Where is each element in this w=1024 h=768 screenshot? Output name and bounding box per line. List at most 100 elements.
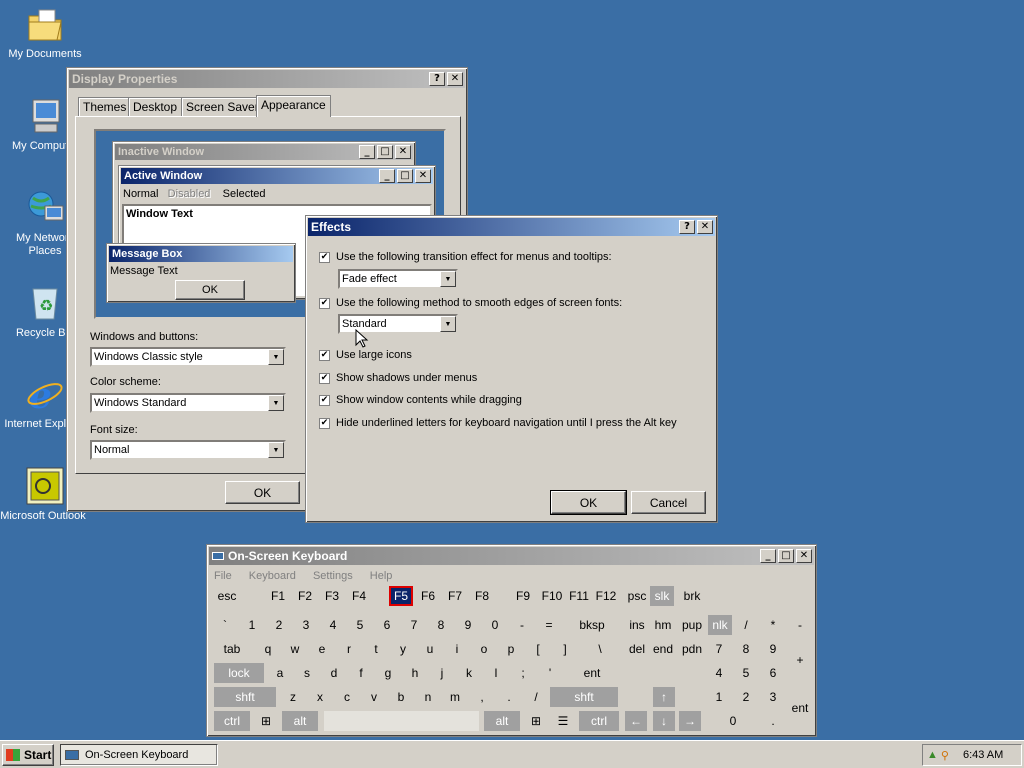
effects-dialog[interactable]: Effects ? ✕ ✔ Use the following transitio…: [305, 215, 718, 523]
key[interactable]: ctrl: [579, 711, 619, 731]
key[interactable]: y: [392, 639, 414, 659]
key[interactable]: r: [338, 639, 360, 659]
checkbox-hide-underlines[interactable]: ✔ Hide underlined letters for keyboard na…: [319, 417, 677, 429]
key[interactable]: *: [762, 615, 784, 635]
key[interactable]: \: [581, 639, 619, 659]
key[interactable]: v: [363, 687, 385, 707]
key[interactable]: .: [762, 711, 784, 731]
key[interactable]: m: [444, 687, 466, 707]
minimize-button[interactable]: _: [760, 549, 776, 563]
key[interactable]: shft: [550, 687, 618, 707]
key[interactable]: .: [498, 687, 520, 707]
menu-settings[interactable]: Settings: [313, 570, 353, 582]
key[interactable]: q: [257, 639, 279, 659]
key[interactable]: bksp: [565, 615, 619, 635]
key[interactable]: 5: [349, 615, 371, 635]
checkbox[interactable]: ✔: [319, 372, 330, 384]
menu-keyboard[interactable]: Keyboard: [249, 570, 296, 582]
cancel-button[interactable]: Cancel: [631, 491, 706, 514]
checkbox[interactable]: ✔: [319, 394, 330, 406]
key[interactable]: -: [789, 615, 811, 635]
key[interactable]: 6: [376, 615, 398, 635]
key[interactable]: h: [404, 663, 426, 683]
key[interactable]: 2: [268, 615, 290, 635]
key[interactable]: d: [323, 663, 345, 683]
checkbox[interactable]: ✔: [319, 417, 330, 429]
key[interactable]: pup: [679, 615, 705, 635]
key[interactable]: F8: [471, 586, 493, 606]
checkbox-large-icons[interactable]: ✔ Use large icons: [319, 349, 412, 361]
key[interactable]: ☰: [552, 711, 574, 731]
key[interactable]: k: [458, 663, 480, 683]
key[interactable]: del: [623, 639, 651, 659]
key[interactable]: ←: [625, 711, 647, 731]
windows-buttons-select[interactable]: Windows Classic style ▼: [90, 347, 286, 367]
ok-button[interactable]: OK: [225, 481, 300, 504]
key[interactable]: ⊞: [525, 711, 547, 731]
chevron-down-icon[interactable]: ▼: [268, 349, 284, 365]
key[interactable]: slk: [650, 586, 674, 606]
key[interactable]: 8: [735, 639, 757, 659]
key[interactable]: nlk: [708, 615, 732, 635]
network-tray-icon[interactable]: ▲: [927, 749, 938, 761]
tab-desktop[interactable]: Desktop: [128, 97, 183, 116]
key[interactable]: 4: [322, 615, 344, 635]
chevron-down-icon[interactable]: ▼: [440, 271, 456, 287]
key[interactable]: +: [789, 639, 811, 681]
checkbox-window-contents[interactable]: ✔ Show window contents while dragging: [319, 394, 522, 406]
key[interactable]: s: [296, 663, 318, 683]
desktop-icon-my-documents[interactable]: My Documents: [0, 4, 90, 61]
search-tray-icon[interactable]: ⚲: [941, 749, 949, 762]
chevron-down-icon[interactable]: ▼: [268, 395, 284, 411]
key[interactable]: [: [527, 639, 549, 659]
key[interactable]: shft: [214, 687, 276, 707]
key[interactable]: ,: [471, 687, 493, 707]
key[interactable]: tab: [214, 639, 250, 659]
start-button[interactable]: Start: [2, 744, 54, 766]
checkbox-smooth-fonts[interactable]: ✔ Use the following method to smooth edge…: [319, 297, 622, 309]
key[interactable]: 3: [295, 615, 317, 635]
key[interactable]: F5: [389, 586, 413, 606]
key[interactable]: j: [431, 663, 453, 683]
key[interactable]: -: [511, 615, 533, 635]
key[interactable]: end: [650, 639, 676, 659]
key[interactable]: f: [350, 663, 372, 683]
key[interactable]: w: [284, 639, 306, 659]
key[interactable]: 0: [708, 711, 758, 731]
key[interactable]: alt: [484, 711, 520, 731]
checkbox[interactable]: ✔: [319, 251, 330, 263]
key[interactable]: F4: [348, 586, 370, 606]
key[interactable]: ]: [554, 639, 576, 659]
chevron-down-icon[interactable]: ▼: [440, 316, 456, 332]
key[interactable]: c: [336, 687, 358, 707]
key[interactable]: 7: [708, 639, 730, 659]
key[interactable]: 8: [430, 615, 452, 635]
key[interactable]: z: [282, 687, 304, 707]
key[interactable]: b: [390, 687, 412, 707]
key[interactable]: F9: [512, 586, 534, 606]
help-button[interactable]: ?: [679, 220, 695, 234]
key[interactable]: 6: [762, 663, 784, 683]
menu-help[interactable]: Help: [370, 570, 393, 582]
key[interactable]: hm: [650, 615, 676, 635]
key[interactable]: 0: [484, 615, 506, 635]
key[interactable]: ent: [789, 687, 811, 729]
key[interactable]: 5: [735, 663, 757, 683]
key[interactable]: p: [500, 639, 522, 659]
key[interactable]: ctrl: [214, 711, 250, 731]
checkbox-transition-effect[interactable]: ✔ Use the following transition effect for…: [319, 251, 612, 263]
key[interactable]: →: [679, 711, 701, 731]
key[interactable]: 7: [403, 615, 425, 635]
key[interactable]: =: [538, 615, 560, 635]
key[interactable]: ins: [623, 615, 651, 635]
tab-themes[interactable]: Themes: [78, 97, 132, 116]
key[interactable]: l: [485, 663, 507, 683]
key[interactable]: F6: [417, 586, 439, 606]
key[interactable]: ;: [512, 663, 534, 683]
font-size-select[interactable]: Normal ▼: [90, 440, 286, 460]
key[interactable]: g: [377, 663, 399, 683]
key[interactable]: ent: [566, 663, 618, 683]
key[interactable]: F12: [593, 586, 619, 606]
key[interactable]: ↓: [653, 711, 675, 731]
osk-window[interactable]: On-Screen Keyboard _ □ ✕ File Keyboard S…: [206, 544, 817, 737]
